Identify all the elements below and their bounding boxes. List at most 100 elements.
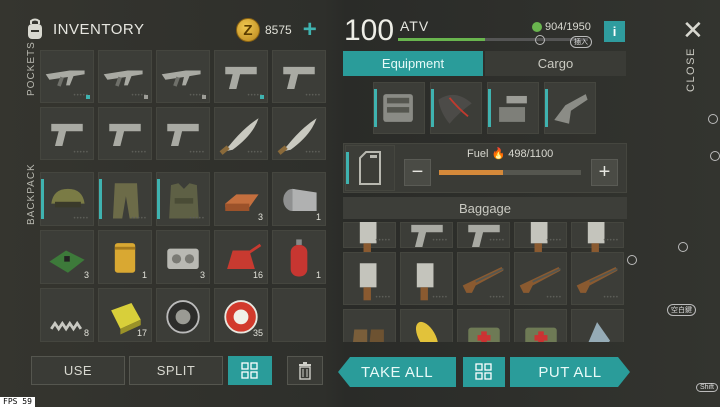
baggage-slot[interactable]: ••••• [514,309,567,342]
backpack-slot[interactable]: ••••• [40,172,94,226]
quality-dots: ••••• [375,295,391,301]
equipped-marker [202,95,206,99]
sort-inventory-button[interactable] [228,356,272,385]
backpack-slot[interactable]: 1 [98,230,152,284]
pockets-label: POCKETS [26,41,37,96]
item-count: 8 [83,328,89,338]
hint-tag-input: 插入 [570,36,592,48]
fps-counter: FPS 59 [0,397,35,407]
pocket-slot[interactable]: ••••• [156,50,210,103]
quality-dots: ••••• [603,238,619,244]
backpack-grid: ••••• ••••• ••••• 3 1 3 1 3 16 1 8 17 35 [40,172,326,342]
hint-tag-space: 空白鍵 [667,304,696,316]
glass-shard-icon [587,321,610,342]
boots-icon [352,329,384,342]
backpack-slot[interactable]: 8 [40,288,94,342]
baggage-slot[interactable]: ••••• [343,222,396,257]
backpack-slot[interactable] [156,288,210,342]
backpack-slot[interactable]: 1 [272,172,326,226]
pocket-slot[interactable]: ••••• [156,107,210,160]
backpack-slot[interactable]: 3 [40,230,94,284]
coin-amount: 8575 [265,23,292,37]
tire-icon [166,300,200,334]
pocket-slot[interactable]: ••••• [40,50,94,103]
hint-marker [678,242,688,252]
hint-marker [710,151,720,161]
backpack-slot[interactable]: 3 [156,230,210,284]
quality-dots: ••••• [489,295,505,301]
backpack-slot[interactable]: 3 [214,172,268,226]
equipped-marker [86,95,90,99]
pocket-slot[interactable]: ••••• [272,50,326,103]
pocket-slot[interactable]: ••••• [214,107,268,160]
baggage-grid: ••••• ••••• ••••• ••••• ••••• ••••• ••••• •••••… [343,222,627,342]
item-count: 3 [199,270,205,280]
hint-marker [708,114,718,124]
durability-bar [41,179,44,219]
equipped-marker [260,95,264,99]
equipment-slot[interactable] [487,82,539,134]
backpack-slot[interactable]: 17 [98,288,152,342]
equipment-slot[interactable] [544,82,596,134]
baggage-slot[interactable]: ••••• [514,252,567,305]
backpack-slot[interactable]: 35 [214,288,268,342]
baggage-slot[interactable]: ••••• [400,309,453,342]
pocket-slot[interactable]: ••••• [214,50,268,103]
corn-icon [415,321,438,342]
fuel-increase-button[interactable]: + [591,159,618,186]
quality-dots: ••••• [189,216,205,222]
baggage-slot[interactable]: ••••• [571,222,624,257]
put-all-button[interactable]: PUT ALL [510,357,630,387]
vehicle-weight-bar [398,38,588,41]
baggage-slot[interactable]: ••••• [571,309,624,342]
fuel-tank-slot[interactable] [345,145,395,191]
add-coins-button[interactable]: + [303,18,317,42]
sort-cargo-button[interactable] [463,357,505,387]
info-button[interactable]: i [604,21,625,42]
baggage-slot[interactable]: ••••• [457,309,510,342]
split-button[interactable]: SPLIT [129,356,223,385]
baggage-slot[interactable]: ••••• [571,252,624,305]
durability-bar [488,89,491,127]
item-count: 1 [315,212,321,222]
hint-marker [535,35,545,45]
equipment-slot[interactable] [430,82,482,134]
quality-dots: ••••• [305,93,321,99]
weight-icon [532,22,542,32]
tab-cargo[interactable]: Cargo [485,51,626,76]
wiring-icon [438,94,472,124]
pocket-slot[interactable]: ••••• [98,107,152,160]
backpack-slot[interactable]: ••••• [98,172,152,226]
baggage-slot[interactable]: ••••• [400,222,453,248]
pocket-slot[interactable]: ••••• [40,107,94,160]
pocket-slot[interactable]: ••••• [98,50,152,103]
use-button[interactable]: USE [31,356,125,385]
baggage-slot[interactable]: ••••• [343,309,396,342]
baggage-slot[interactable]: ••••• [457,252,510,305]
close-button[interactable]: ✕ [682,17,704,43]
backpack-slot[interactable] [272,288,326,342]
take-all-button[interactable]: TAKE ALL [338,357,456,387]
coin-balance: Z 8575 + [236,18,317,42]
close-label[interactable]: CLOSE [685,47,697,92]
baggage-slot[interactable]: ••••• [343,252,396,305]
item-count: 3 [257,212,263,222]
durability-bar [545,89,548,127]
quality-dots: ••••• [489,238,505,244]
backpack-icon [28,18,42,39]
equipment-slot[interactable] [373,82,425,134]
baggage-slot[interactable]: ••••• [457,222,510,248]
quality-dots: ••••• [131,150,147,156]
trash-button[interactable] [287,356,323,385]
baggage-slot[interactable]: ••••• [400,252,453,305]
backpack-label: BACKPACK [26,163,37,225]
backpack-slot[interactable]: ••••• [156,172,210,226]
baggage-slot[interactable]: ••••• [514,222,567,257]
item-count: 3 [83,270,89,280]
backpack-slot[interactable]: 1 [272,230,326,284]
fuel-decrease-button[interactable]: − [404,159,431,186]
medkit-icon [524,327,557,342]
backpack-slot[interactable]: 16 [214,230,268,284]
pocket-slot[interactable]: ••••• [272,107,326,160]
tab-equipment[interactable]: Equipment [343,51,483,76]
